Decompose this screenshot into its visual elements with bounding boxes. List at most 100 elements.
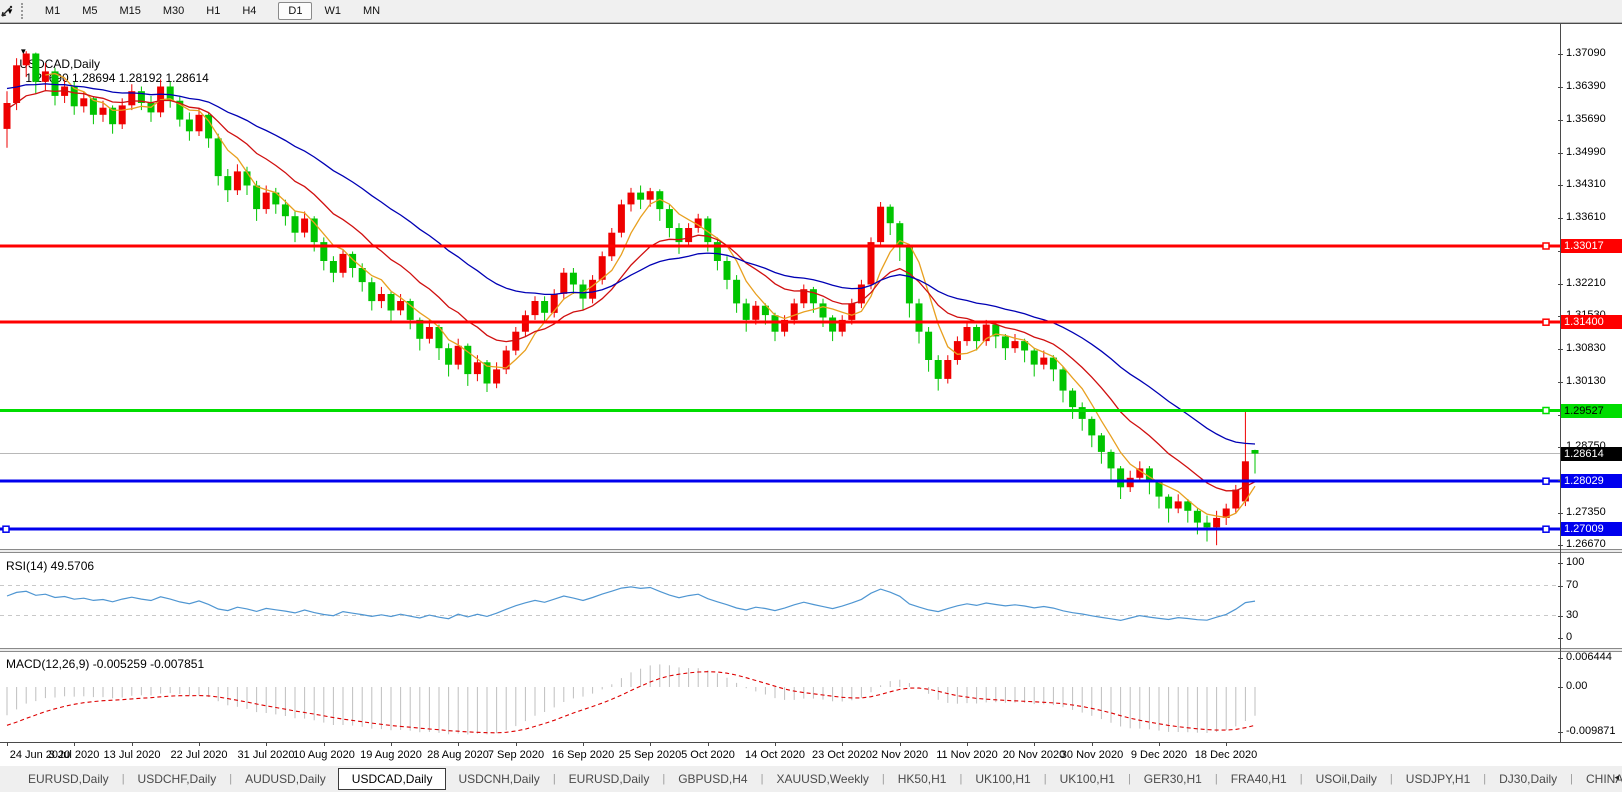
price-axis-label: 1.33610 (1566, 211, 1606, 223)
hline-handle[interactable] (1542, 318, 1550, 326)
mt4-window: ▼ M1 M5 M15 M30 H1 H4 D1 W1 MN ▼ USDCAD,Daily 1.… (0, 0, 1622, 792)
candlestick-chart (0, 51, 1560, 546)
date-label: 10 Aug 2020 (293, 749, 355, 761)
axis-tick (1558, 545, 1563, 546)
tab-uk100-h1[interactable]: UK100,H1 (1048, 768, 1127, 790)
rsi-axis-label: 70 (1566, 579, 1579, 591)
tab-usoil-daily[interactable]: USOil,Daily (1304, 768, 1389, 790)
hline-handle[interactable] (1542, 477, 1550, 485)
axis-tick (1558, 284, 1563, 285)
axis-tick (1558, 563, 1563, 564)
tab-ger30-h1[interactable]: GER30,H1 (1132, 768, 1214, 790)
hline-handle[interactable] (2, 525, 10, 533)
price-axis-label: 1.30130 (1566, 375, 1606, 387)
tab-divider: | (1214, 773, 1218, 785)
price-badge-1.28029: 1.28029 (1561, 474, 1622, 488)
price-axis-label: 1.32210 (1566, 277, 1606, 289)
tab-xauusd-weekly[interactable]: XAUUSD,Weekly (764, 768, 880, 790)
axis-tick (1558, 687, 1563, 688)
tab-uk100-h1[interactable]: UK100,H1 (963, 768, 1042, 790)
toolbar-grip-handle[interactable] (20, 3, 28, 19)
date-label: 28 Aug 2020 (427, 749, 489, 761)
date-label: 9 Dec 2020 (1130, 749, 1188, 761)
tab-divider: | (760, 773, 764, 785)
price-badge-1.28614: 1.28614 (1561, 447, 1622, 461)
tab-divider: | (229, 773, 233, 785)
price-axis-label: 1.34990 (1566, 146, 1606, 158)
date-label: 22 Jul 2020 (170, 749, 228, 761)
price-badge-1.31400: 1.31400 (1561, 315, 1622, 329)
axis-tick (1558, 153, 1563, 154)
date-tick (458, 742, 459, 746)
date-label: 13 Jul 2020 (103, 749, 161, 761)
date-label: 7 Sep 2020 (487, 749, 545, 761)
date-label: 20 Nov 2020 (1002, 749, 1066, 761)
date-tick (1092, 742, 1093, 746)
date-label: 3 Jul 2020 (48, 749, 100, 761)
macd-axis-label: 0.006444 (1566, 651, 1612, 663)
date-tick (967, 742, 968, 746)
timeframe-button-h1[interactable]: H1 (196, 2, 230, 20)
price-axis-label: 1.30830 (1566, 342, 1606, 354)
date-label: 23 Oct 2020 (812, 749, 872, 761)
date-label: 18 Dec 2020 (1194, 749, 1258, 761)
ma-mid-line (6, 89, 1256, 492)
timeframe-button-m1[interactable]: M1 (35, 2, 70, 20)
date-label: 25 Sep 2020 (618, 749, 682, 761)
tab-divider: | (662, 773, 666, 785)
tab-scroll-left-icon[interactable]: ◂ (1614, 772, 1619, 783)
price-axis-label: 1.27350 (1566, 506, 1606, 518)
hline-handle[interactable] (1542, 406, 1550, 415)
timeframe-toolbar: ▼ M1 M5 M15 M30 H1 H4 D1 W1 MN (0, 0, 1622, 23)
date-label: 14 Oct 2020 (745, 749, 805, 761)
timeframe-button-d1[interactable]: D1 (278, 2, 313, 20)
tab-usdcnh-daily[interactable]: USDCNH,Daily (446, 768, 551, 790)
rsi-axis-label: 0 (1566, 631, 1573, 643)
tab-eurusd-daily[interactable]: EURUSD,Daily (557, 768, 662, 790)
tab-divider: | (959, 773, 963, 785)
axis-tick (1558, 218, 1563, 219)
tab-usdchf-daily[interactable]: USDCHF,Daily (126, 768, 229, 790)
tab-divider: | (121, 773, 125, 785)
timeframe-button-h4[interactable]: H4 (232, 2, 266, 20)
tab-gbpusd-h4[interactable]: GBPUSD,H4 (666, 768, 759, 790)
tab-dj30-daily[interactable]: DJ30,Daily (1487, 768, 1569, 790)
hline-handle[interactable] (1542, 525, 1550, 533)
tab-divider: | (1389, 773, 1393, 785)
tab-hk50-h1[interactable]: HK50,H1 (886, 768, 959, 790)
date-label: 2 Nov 2020 (871, 749, 929, 761)
timeframe-button-w1[interactable]: W1 (314, 2, 351, 20)
timeframe-button-m15[interactable]: M15 (109, 2, 150, 20)
date-tick (1159, 742, 1160, 746)
price-axis-label: 1.34310 (1566, 178, 1606, 190)
macd-axis-label: -0.009871 (1566, 725, 1616, 737)
tab-usdjpy-h1[interactable]: USDJPY,H1 (1394, 768, 1482, 790)
date-tick (1226, 742, 1227, 746)
tab-divider: | (1127, 773, 1131, 785)
date-tick (583, 742, 584, 746)
date-tick (266, 742, 267, 746)
hline-handle[interactable] (1542, 242, 1550, 250)
timeframe-button-mn[interactable]: MN (353, 2, 390, 20)
date-tick (324, 742, 325, 746)
timeframe-buttons: M1 M5 M15 M30 H1 H4 D1 W1 MN (34, 2, 391, 20)
axis-tick (1558, 87, 1563, 88)
price-badge-1.33017: 1.33017 (1561, 239, 1622, 253)
timeframe-button-m30[interactable]: M30 (153, 2, 194, 20)
date-label: 11 Nov 2020 (936, 749, 998, 761)
tab-audusd-daily[interactable]: AUDUSD,Daily (233, 768, 338, 790)
date-tick (650, 742, 651, 746)
tab-divider: | (552, 773, 556, 785)
timeframe-button-m5[interactable]: M5 (72, 2, 107, 20)
tab-eurusd-daily[interactable]: EURUSD,Daily (16, 768, 121, 790)
tab-divider: | (1043, 773, 1047, 785)
price-axis-label: 1.26670 (1566, 538, 1606, 550)
date-label: 19 Aug 2020 (360, 749, 422, 761)
axis-tick (1558, 586, 1563, 587)
ma-slow-line (6, 83, 1256, 445)
date-label: 5 Oct 2020 (681, 749, 735, 761)
date-tick (391, 742, 392, 746)
tab-fra40-h1[interactable]: FRA40,H1 (1219, 768, 1299, 790)
price-badge-1.27009: 1.27009 (1561, 522, 1622, 536)
tab-usdcad-daily[interactable]: USDCAD,Daily (337, 768, 447, 790)
